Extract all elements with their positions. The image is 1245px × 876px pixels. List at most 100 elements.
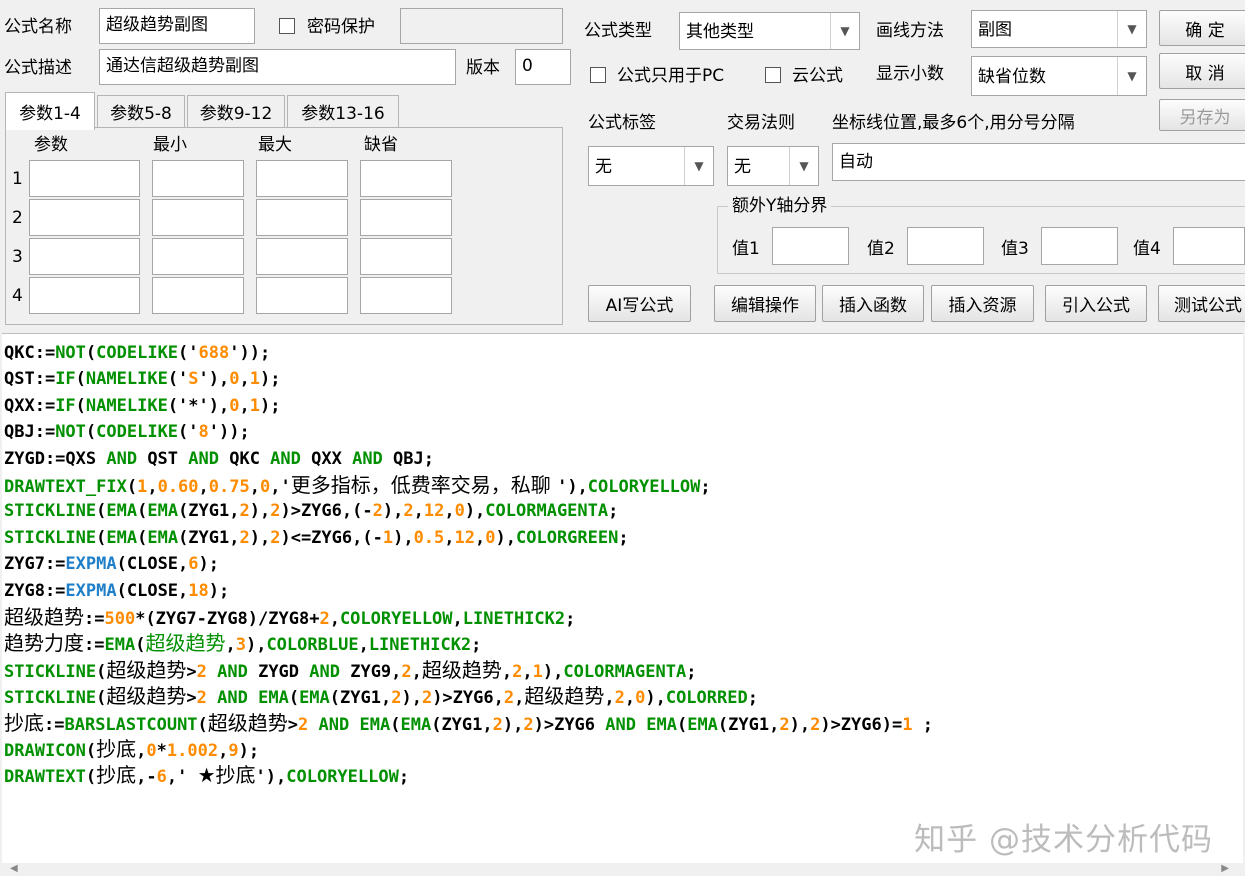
param-min-input[interactable] [152,238,244,275]
param-default-input[interactable] [360,277,452,314]
param-name-input[interactable] [29,277,140,314]
code-token: QBJ; [382,448,434,469]
code-token: ( [85,422,97,443]
code-token: LINETHICK2 [462,609,566,629]
code-token: ( [85,741,97,761]
chevron-down-icon[interactable]: ▼ [1117,11,1146,47]
import-formula-button[interactable]: 引入公式 [1045,285,1147,322]
code-token: EXPMA [65,580,117,601]
code-token: 2 [196,661,207,682]
formula-tag-label: 公式标签 [588,113,656,133]
code-token: 2 [512,661,523,682]
code-token: ( [85,767,97,788]
chevron-down-icon[interactable]: ▼ [830,13,859,49]
code-token: ( [85,343,97,363]
insert-resource-button[interactable]: 插入资源 [931,285,1034,322]
code-token: 超级趋势 [106,684,187,709]
param-name-input[interactable] [29,238,140,275]
password-checkbox[interactable] [279,18,295,34]
code-token: QST [137,448,189,469]
code-token: EMA [400,714,432,735]
code-line: DRAWICON(抄底,0*1.002,9); [4,736,259,764]
insert-function-button[interactable]: 插入函数 [822,285,924,322]
horizontal-scrollbar[interactable]: ◀ ▶ [2,863,1243,876]
param-max-input[interactable] [256,277,348,314]
value2-input[interactable] [907,227,984,265]
decimals-label: 显示小数 [876,64,944,84]
code-token: 2 [372,501,383,522]
param-max-input[interactable] [256,199,348,236]
code-token: 0.5 [413,527,445,548]
code-token: ,- [136,767,157,788]
code-token: 超级趋势 [207,710,288,735]
param-min-input[interactable] [152,160,244,197]
ok-button[interactable]: 确 定 [1159,10,1245,46]
chevron-down-icon[interactable]: ▼ [684,147,713,185]
password-input[interactable] [400,8,563,44]
code-token: COLORYELLOW [587,477,701,497]
param-name-input[interactable] [29,160,140,197]
cancel-button[interactable]: 取 消 [1159,53,1245,89]
test-formula-button[interactable]: 测试公式 [1158,285,1245,322]
version-input[interactable]: 0 [515,49,571,85]
code-token: ); [208,580,230,601]
formula-desc-input[interactable]: 通达信超级趋势副图 [99,49,456,85]
value3-input[interactable] [1041,227,1118,265]
formula-type-select[interactable]: 其他类型 ▼ [679,12,860,50]
param-header-min: 最小 [153,135,187,155]
chevron-down-icon[interactable]: ▼ [789,147,818,185]
param-default-input[interactable] [360,160,452,197]
code-token: ; [618,527,629,548]
edit-operation-button[interactable]: 编辑操作 [714,285,816,322]
axis-position-input[interactable]: 自动 [832,143,1245,181]
formula-tag-select[interactable]: 无 ▼ [588,146,714,186]
value4-input[interactable] [1173,227,1245,265]
code-token: ; [398,767,410,788]
code-token: ( [390,714,401,735]
code-token: 0 [146,741,157,761]
tab-params-1-4[interactable]: 参数1-4 [5,92,95,130]
code-token: QXX [300,448,353,469]
ai-write-formula-button[interactable]: AI写公式 [588,285,691,322]
param-name-input[interactable] [29,199,140,236]
code-token: ')); [229,343,271,363]
code-token: 更多指标，低费率交易，私聊 [290,473,558,497]
param-min-input[interactable] [152,199,244,236]
code-token: EXPMA [65,554,117,575]
code-token: ), [789,714,811,735]
code-token: 12 [423,501,445,522]
decimals-select[interactable]: 缺省位数 ▼ [971,56,1147,96]
code-token: COLORYELLOW [339,609,453,629]
watermark: 知乎 @技术分析代码 [914,822,1213,858]
param-max-input[interactable] [256,238,348,275]
code-token: , [178,554,189,575]
param-default-input[interactable] [360,199,452,236]
save-as-button[interactable]: 另存为 [1159,99,1245,131]
pc-only-checkbox[interactable] [590,67,606,83]
code-token: ), [495,527,516,548]
code-token: 12 [454,527,476,548]
trade-rule-select[interactable]: 无 ▼ [727,146,819,186]
code-token: AND [217,688,248,709]
code-line: 趋势力度:=EMA(超级趋势,3),COLORBLUE,LINETHICK2; [4,630,481,658]
chevron-down-icon[interactable]: ▼ [1117,57,1146,95]
param-min-input[interactable] [152,277,244,314]
scroll-left-icon[interactable]: ◀ [10,863,18,874]
draw-method-select[interactable]: 副图 ▼ [971,10,1147,48]
tab-params-5-8[interactable]: 参数5-8 [97,95,185,127]
code-token: 2 [270,501,281,522]
param-default-input[interactable] [360,238,452,275]
formula-code-editor[interactable]: QKC:=NOT(CODELIKE('688')); QST:=IF(NAMELI… [2,333,1243,864]
tab-params-9-12[interactable]: 参数9-12 [187,95,285,127]
cloud-checkbox[interactable] [765,67,781,83]
tab-params-13-16[interactable]: 参数13-16 [287,95,399,127]
scroll-right-icon[interactable]: ▶ [1221,863,1229,874]
trade-rule-value: 无 [734,157,751,177]
code-token: ( [116,554,127,575]
param-max-input[interactable] [256,160,348,197]
code-token: ZYGD [247,661,310,682]
formula-name-input[interactable]: 超级趋势副图 [99,8,255,44]
value1-input[interactable] [772,227,849,265]
